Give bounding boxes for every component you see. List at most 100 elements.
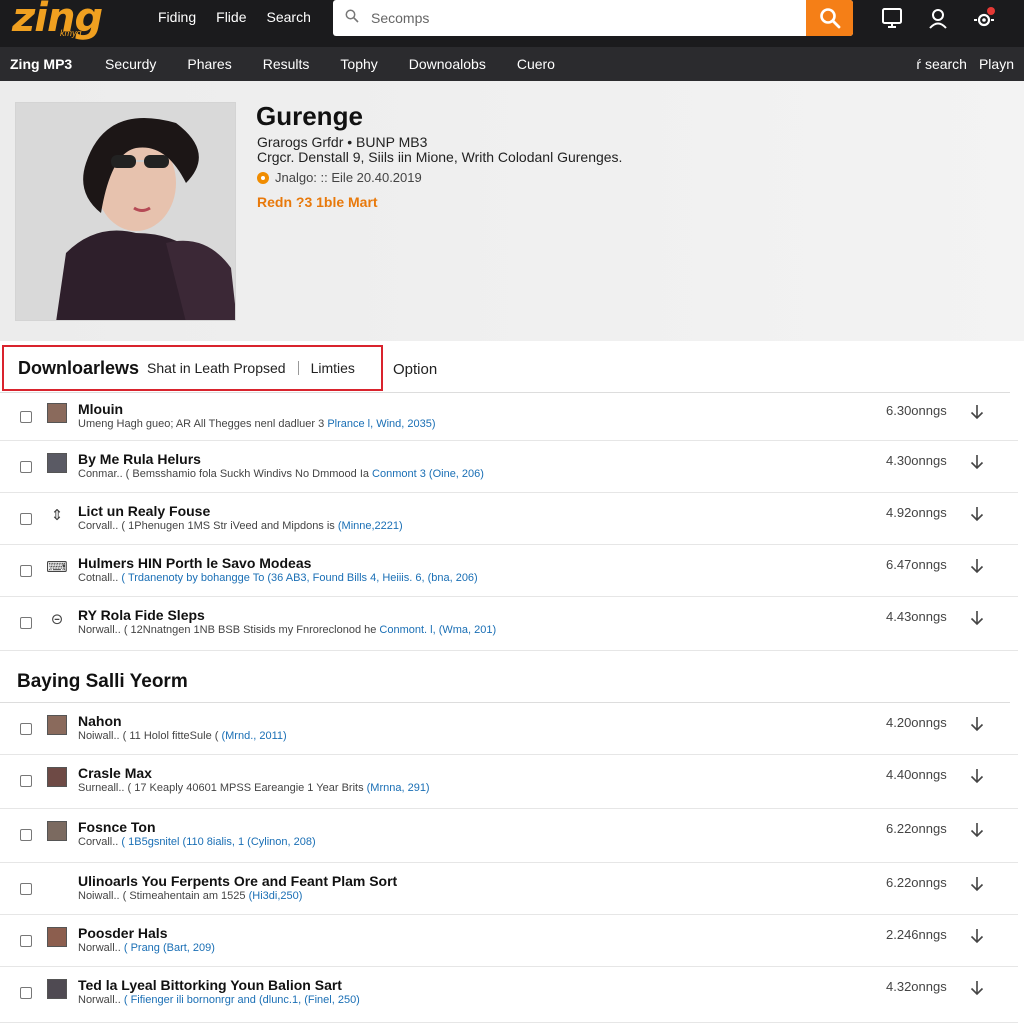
row-checkbox[interactable] <box>20 411 32 423</box>
list-item[interactable]: Mlouin Umeng Hagh gueo; AR All Thegges n… <box>0 391 1018 441</box>
list-item[interactable]: ⌨ Hulmers HIN Porth le Savo Modeas Cotna… <box>0 545 1018 597</box>
download-arrow-icon[interactable] <box>967 401 987 423</box>
nav-item[interactable]: Downoalobs <box>409 56 486 72</box>
track-details-link[interactable]: ( Prang (Bart, 209) <box>124 942 215 954</box>
search-input[interactable] <box>371 7 791 29</box>
track-details-link[interactable]: (Hi3di,250) <box>249 890 303 902</box>
search-button[interactable] <box>806 0 853 36</box>
tab-option[interactable]: Option <box>393 361 437 378</box>
list-item[interactable]: Fosnce Ton Corvall.. ( 1B5gsnitel (110 8… <box>0 809 1018 863</box>
list-item[interactable]: Nahon Noiwall.. ( 11 Holol fitteSule ( (… <box>0 703 1018 755</box>
track-title[interactable]: Mlouin <box>78 401 123 417</box>
search-bar <box>333 0 853 36</box>
nav-item[interactable]: Results <box>263 56 310 72</box>
monitor-icon[interactable] <box>879 5 905 31</box>
track-title[interactable]: Lict un Realy Fouse <box>78 503 210 519</box>
updown-icon: ⇕ <box>50 507 64 524</box>
download-arrow-icon[interactable] <box>967 555 987 577</box>
row-checkbox[interactable] <box>20 617 32 629</box>
download-arrow-icon[interactable] <box>967 607 987 629</box>
top-nav-item[interactable]: Search <box>267 9 311 25</box>
track-details-link[interactable]: Conmont 3 (Oine, 206) <box>372 468 484 480</box>
track-title[interactable]: By Me Rula Helurs <box>78 451 201 467</box>
track-details-link[interactable]: Plrance l, Wind, 2035) <box>327 418 435 430</box>
nav-play-link[interactable]: Playn <box>979 56 1014 72</box>
track-size: 4.30onngs <box>886 453 947 468</box>
track-title[interactable]: Crasle Max <box>78 765 152 781</box>
download-arrow-icon[interactable] <box>967 451 987 473</box>
track-thumbnail <box>47 453 67 473</box>
tab-subtitle[interactable]: Shat in Leath Propsed <box>147 360 286 376</box>
row-checkbox[interactable] <box>20 513 32 525</box>
row-checkbox[interactable] <box>20 883 32 895</box>
track-size: 4.92onngs <box>886 505 947 520</box>
download-arrow-icon[interactable] <box>967 873 987 895</box>
download-arrow-icon[interactable] <box>967 765 987 787</box>
tab-downloads-highlighted[interactable]: Downloarlews Shat in Leath Propsed Limti… <box>2 345 383 391</box>
track-thumbnail <box>47 403 67 423</box>
track-title[interactable]: RY Rola Fide Sleps <box>78 607 205 623</box>
download-arrow-icon[interactable] <box>967 925 987 947</box>
list-item[interactable]: Poosder Hals Norwall.. ( Prang (Bart, 20… <box>0 915 1018 967</box>
secondary-nav-right: ŕ search Playn <box>916 56 1014 72</box>
track-size: 2.246nngs <box>886 927 947 942</box>
brand-name[interactable]: Zing MP3 <box>10 56 72 72</box>
track-details-link[interactable]: ( Trdanenoty by bohangge To (36 AB3, Fou… <box>121 572 477 584</box>
logo-text: zing <box>12 0 103 41</box>
row-checkbox[interactable] <box>20 723 32 735</box>
track-title[interactable]: Poosder Hals <box>78 925 167 941</box>
list-item[interactable]: ⊝ RY Rola Fide Sleps Norwall.. ( 12Nnatn… <box>0 597 1018 651</box>
user-icon[interactable] <box>925 5 951 31</box>
track-title[interactable]: Fosnce Ton <box>78 819 156 835</box>
download-arrow-icon[interactable] <box>967 819 987 841</box>
track-thumbnail <box>47 767 67 787</box>
secondary-nav: Zing MP3 Securdy Phares Results Tophy Do… <box>0 47 1024 81</box>
list-item[interactable]: By Me Rula Helurs Conmar.. ( Bemsshamio … <box>0 441 1018 493</box>
artist-meta-link[interactable]: Redn ?3 1ble Mart <box>257 194 378 210</box>
row-checkbox[interactable] <box>20 829 32 841</box>
row-checkbox[interactable] <box>20 461 32 473</box>
list-item[interactable]: Crasle Max Surneall.. ( 17 Keaply 40601 … <box>0 755 1018 809</box>
download-arrow-icon[interactable] <box>967 977 987 999</box>
track-size: 6.30onngs <box>886 403 947 418</box>
track-title[interactable]: Hulmers HIN Porth le Savo Modeas <box>78 555 311 571</box>
top-nav-item[interactable]: Flide <box>216 9 246 25</box>
nav-search-link[interactable]: ŕ search <box>916 56 967 72</box>
row-checkbox[interactable] <box>20 775 32 787</box>
settings-icon[interactable] <box>972 5 998 31</box>
top-nav: Fiding Flide Search <box>158 9 331 25</box>
track-details-link[interactable]: (Mrnna, 291) <box>367 782 430 794</box>
tab-downloads[interactable]: Downloarlews <box>18 358 139 379</box>
track-details-link[interactable]: ( 1B5gsnitel (110 8ialis, 1 (Cylinon, 20… <box>121 836 315 848</box>
row-checkbox[interactable] <box>20 565 32 577</box>
list-item[interactable]: Ted la Lyeal Bittorking Youn Balion Sart… <box>0 967 1018 1023</box>
secondary-nav-items: Securdy Phares Results Tophy Downoalobs … <box>105 56 586 72</box>
list-item[interactable]: Ulinoarls You Ferpents Ore and Feant Pla… <box>0 863 1018 915</box>
nav-item[interactable]: Cuero <box>517 56 555 72</box>
list-item[interactable]: ⇕ Lict un Realy Fouse Corvall.. ( 1Phenu… <box>0 493 1018 545</box>
track-details: Norwall.. ( 12Nnatngen 1NB BSB Stisids m… <box>78 624 497 636</box>
top-bar: zing kmyg Fiding Flide Search <box>0 0 1024 47</box>
artist-meta-date-text: Jnalgo: :: Eile 20.40.2019 <box>275 170 422 185</box>
search-small-icon <box>345 9 359 23</box>
nav-item[interactable]: Securdy <box>105 56 156 72</box>
track-details-link[interactable]: (Mrnd., 2011) <box>221 730 286 742</box>
row-checkbox[interactable] <box>20 987 32 999</box>
nav-item[interactable]: Tophy <box>340 56 377 72</box>
tab-limits[interactable]: Limties <box>311 360 355 376</box>
nav-item[interactable]: Phares <box>187 56 231 72</box>
artist-name: Gurenge <box>256 101 363 131</box>
track-details-link[interactable]: ( Fifienger ili bornonrgr and (dlunc.1, … <box>124 994 360 1006</box>
track-thumbnail <box>47 927 67 947</box>
minus-circle-icon: ⊝ <box>50 611 64 628</box>
top-nav-item[interactable]: Fiding <box>158 9 196 25</box>
track-title[interactable]: Ted la Lyeal Bittorking Youn Balion Sart <box>78 977 342 993</box>
track-details-link[interactable]: (Minne,2221) <box>338 520 403 532</box>
track-details-link[interactable]: Conmont. l, (Wma, 201) <box>379 624 496 636</box>
artist-meta-genre: Grarogs Grfdr • BUNP MB3 <box>257 134 428 150</box>
track-title[interactable]: Nahon <box>78 713 122 729</box>
track-title[interactable]: Ulinoarls You Ferpents Ore and Feant Pla… <box>78 873 397 889</box>
download-arrow-icon[interactable] <box>967 713 987 735</box>
row-checkbox[interactable] <box>20 935 32 947</box>
download-arrow-icon[interactable] <box>967 503 987 525</box>
